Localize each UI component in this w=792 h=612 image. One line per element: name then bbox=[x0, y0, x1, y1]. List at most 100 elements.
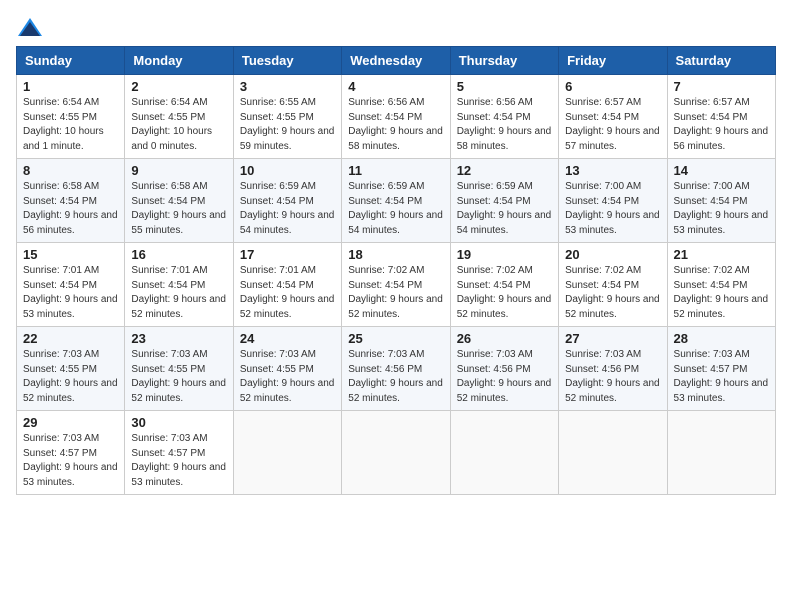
day-number: 17 bbox=[240, 247, 335, 262]
page-header bbox=[16, 16, 776, 38]
calendar-cell: 5 Sunrise: 6:56 AMSunset: 4:54 PMDaylight… bbox=[450, 75, 558, 159]
header-monday: Monday bbox=[125, 47, 233, 75]
day-number: 8 bbox=[23, 163, 118, 178]
calendar-cell: 14 Sunrise: 7:00 AMSunset: 4:54 PMDayligh… bbox=[667, 159, 775, 243]
day-number: 11 bbox=[348, 163, 443, 178]
cell-content: Sunrise: 7:02 AMSunset: 4:54 PMDaylight:… bbox=[348, 264, 443, 322]
header-friday: Friday bbox=[559, 47, 667, 75]
day-number: 2 bbox=[131, 79, 226, 94]
cell-content: Sunrise: 6:55 AMSunset: 4:55 PMDaylight:… bbox=[240, 96, 335, 154]
cell-content: Sunrise: 7:03 AMSunset: 4:55 PMDaylight:… bbox=[131, 348, 226, 406]
cell-content: Sunrise: 6:57 AMSunset: 4:54 PMDaylight:… bbox=[565, 96, 660, 154]
calendar-cell: 13 Sunrise: 7:00 AMSunset: 4:54 PMDayligh… bbox=[559, 159, 667, 243]
day-number: 3 bbox=[240, 79, 335, 94]
calendar-week-4: 22 Sunrise: 7:03 AMSunset: 4:55 PMDayligh… bbox=[17, 327, 776, 411]
calendar-cell bbox=[342, 411, 450, 495]
cell-content: Sunrise: 6:59 AMSunset: 4:54 PMDaylight:… bbox=[457, 180, 552, 238]
calendar-cell: 3 Sunrise: 6:55 AMSunset: 4:55 PMDaylight… bbox=[233, 75, 341, 159]
cell-content: Sunrise: 7:02 AMSunset: 4:54 PMDaylight:… bbox=[674, 264, 769, 322]
cell-content: Sunrise: 7:03 AMSunset: 4:55 PMDaylight:… bbox=[240, 348, 335, 406]
cell-content: Sunrise: 6:59 AMSunset: 4:54 PMDaylight:… bbox=[348, 180, 443, 238]
day-number: 27 bbox=[565, 331, 660, 346]
cell-content: Sunrise: 6:56 AMSunset: 4:54 PMDaylight:… bbox=[457, 96, 552, 154]
calendar-cell: 16Sunrise: 7:01 AMSunset: 4:54 PMDayligh… bbox=[125, 243, 233, 327]
day-number: 22 bbox=[23, 331, 118, 346]
calendar-cell: 19 Sunrise: 7:02 AMSunset: 4:54 PMDayligh… bbox=[450, 243, 558, 327]
header-tuesday: Tuesday bbox=[233, 47, 341, 75]
day-number: 13 bbox=[565, 163, 660, 178]
cell-content: Sunrise: 7:01 AMSunset: 4:54 PMDaylight:… bbox=[23, 264, 118, 322]
day-number: 21 bbox=[674, 247, 769, 262]
day-number: 19 bbox=[457, 247, 552, 262]
calendar-week-2: 8 Sunrise: 6:58 AMSunset: 4:54 PMDaylight… bbox=[17, 159, 776, 243]
calendar-cell: 6 Sunrise: 6:57 AMSunset: 4:54 PMDaylight… bbox=[559, 75, 667, 159]
logo-icon bbox=[16, 16, 44, 38]
cell-content: Sunrise: 7:03 AMSunset: 4:56 PMDaylight:… bbox=[348, 348, 443, 406]
calendar-cell: 23 Sunrise: 7:03 AMSunset: 4:55 PMDayligh… bbox=[125, 327, 233, 411]
calendar-cell: 24 Sunrise: 7:03 AMSunset: 4:55 PMDayligh… bbox=[233, 327, 341, 411]
day-number: 26 bbox=[457, 331, 552, 346]
day-number: 24 bbox=[240, 331, 335, 346]
cell-content: Sunrise: 7:02 AMSunset: 4:54 PMDaylight:… bbox=[565, 264, 660, 322]
calendar-cell: 22 Sunrise: 7:03 AMSunset: 4:55 PMDayligh… bbox=[17, 327, 125, 411]
cell-content: Sunrise: 6:54 AMSunset: 4:55 PMDaylight:… bbox=[23, 96, 118, 154]
cell-content: Sunrise: 7:03 AMSunset: 4:57 PMDaylight:… bbox=[131, 432, 226, 490]
cell-content: Sunrise: 6:59 AMSunset: 4:54 PMDaylight:… bbox=[240, 180, 335, 238]
calendar-cell: 8 Sunrise: 6:58 AMSunset: 4:54 PMDaylight… bbox=[17, 159, 125, 243]
cell-content: Sunrise: 6:57 AMSunset: 4:54 PMDaylight:… bbox=[674, 96, 769, 154]
day-number: 25 bbox=[348, 331, 443, 346]
calendar-cell bbox=[559, 411, 667, 495]
calendar-cell: 4 Sunrise: 6:56 AMSunset: 4:54 PMDaylight… bbox=[342, 75, 450, 159]
day-number: 6 bbox=[565, 79, 660, 94]
calendar-header-row: SundayMondayTuesdayWednesdayThursdayFrid… bbox=[17, 47, 776, 75]
cell-content: Sunrise: 7:03 AMSunset: 4:56 PMDaylight:… bbox=[565, 348, 660, 406]
cell-content: Sunrise: 7:03 AMSunset: 4:57 PMDaylight:… bbox=[23, 432, 118, 490]
calendar-week-5: 29Sunrise: 7:03 AMSunset: 4:57 PMDayligh… bbox=[17, 411, 776, 495]
calendar-cell: 7 Sunrise: 6:57 AMSunset: 4:54 PMDaylight… bbox=[667, 75, 775, 159]
cell-content: Sunrise: 7:01 AMSunset: 4:54 PMDaylight:… bbox=[131, 264, 226, 322]
calendar-cell: 18 Sunrise: 7:02 AMSunset: 4:54 PMDayligh… bbox=[342, 243, 450, 327]
calendar-cell: 29Sunrise: 7:03 AMSunset: 4:57 PMDayligh… bbox=[17, 411, 125, 495]
header-saturday: Saturday bbox=[667, 47, 775, 75]
calendar-cell: 9 Sunrise: 6:58 AMSunset: 4:54 PMDaylight… bbox=[125, 159, 233, 243]
day-number: 23 bbox=[131, 331, 226, 346]
cell-content: Sunrise: 7:00 AMSunset: 4:54 PMDaylight:… bbox=[565, 180, 660, 238]
day-number: 7 bbox=[674, 79, 769, 94]
cell-content: Sunrise: 6:56 AMSunset: 4:54 PMDaylight:… bbox=[348, 96, 443, 154]
header-wednesday: Wednesday bbox=[342, 47, 450, 75]
calendar-cell: 1 Sunrise: 6:54 AMSunset: 4:55 PMDaylight… bbox=[17, 75, 125, 159]
calendar-cell bbox=[450, 411, 558, 495]
calendar-cell: 27 Sunrise: 7:03 AMSunset: 4:56 PMDayligh… bbox=[559, 327, 667, 411]
calendar-cell: 25 Sunrise: 7:03 AMSunset: 4:56 PMDayligh… bbox=[342, 327, 450, 411]
calendar-cell bbox=[667, 411, 775, 495]
cell-content: Sunrise: 6:58 AMSunset: 4:54 PMDaylight:… bbox=[23, 180, 118, 238]
cell-content: Sunrise: 7:03 AMSunset: 4:55 PMDaylight:… bbox=[23, 348, 118, 406]
cell-content: Sunrise: 6:58 AMSunset: 4:54 PMDaylight:… bbox=[131, 180, 226, 238]
day-number: 12 bbox=[457, 163, 552, 178]
day-number: 5 bbox=[457, 79, 552, 94]
cell-content: Sunrise: 7:00 AMSunset: 4:54 PMDaylight:… bbox=[674, 180, 769, 238]
day-number: 14 bbox=[674, 163, 769, 178]
calendar-cell: 11 Sunrise: 6:59 AMSunset: 4:54 PMDayligh… bbox=[342, 159, 450, 243]
calendar-cell: 30 Sunrise: 7:03 AMSunset: 4:57 PMDayligh… bbox=[125, 411, 233, 495]
calendar-cell: 20 Sunrise: 7:02 AMSunset: 4:54 PMDayligh… bbox=[559, 243, 667, 327]
day-number: 18 bbox=[348, 247, 443, 262]
day-number: 20 bbox=[565, 247, 660, 262]
calendar-cell: 28Sunrise: 7:03 AMSunset: 4:57 PMDayligh… bbox=[667, 327, 775, 411]
cell-content: Sunrise: 7:03 AMSunset: 4:57 PMDaylight:… bbox=[674, 348, 769, 406]
calendar-table: SundayMondayTuesdayWednesdayThursdayFrid… bbox=[16, 46, 776, 495]
calendar-week-3: 15 Sunrise: 7:01 AMSunset: 4:54 PMDayligh… bbox=[17, 243, 776, 327]
calendar-cell: 17Sunrise: 7:01 AMSunset: 4:54 PMDayligh… bbox=[233, 243, 341, 327]
calendar-cell: 12 Sunrise: 6:59 AMSunset: 4:54 PMDayligh… bbox=[450, 159, 558, 243]
day-number: 10 bbox=[240, 163, 335, 178]
cell-content: Sunrise: 7:02 AMSunset: 4:54 PMDaylight:… bbox=[457, 264, 552, 322]
calendar-cell: 26Sunrise: 7:03 AMSunset: 4:56 PMDayligh… bbox=[450, 327, 558, 411]
day-number: 1 bbox=[23, 79, 118, 94]
day-number: 9 bbox=[131, 163, 226, 178]
calendar-cell: 21 Sunrise: 7:02 AMSunset: 4:54 PMDayligh… bbox=[667, 243, 775, 327]
header-sunday: Sunday bbox=[17, 47, 125, 75]
day-number: 4 bbox=[348, 79, 443, 94]
calendar-week-1: 1 Sunrise: 6:54 AMSunset: 4:55 PMDaylight… bbox=[17, 75, 776, 159]
day-number: 15 bbox=[23, 247, 118, 262]
day-number: 30 bbox=[131, 415, 226, 430]
